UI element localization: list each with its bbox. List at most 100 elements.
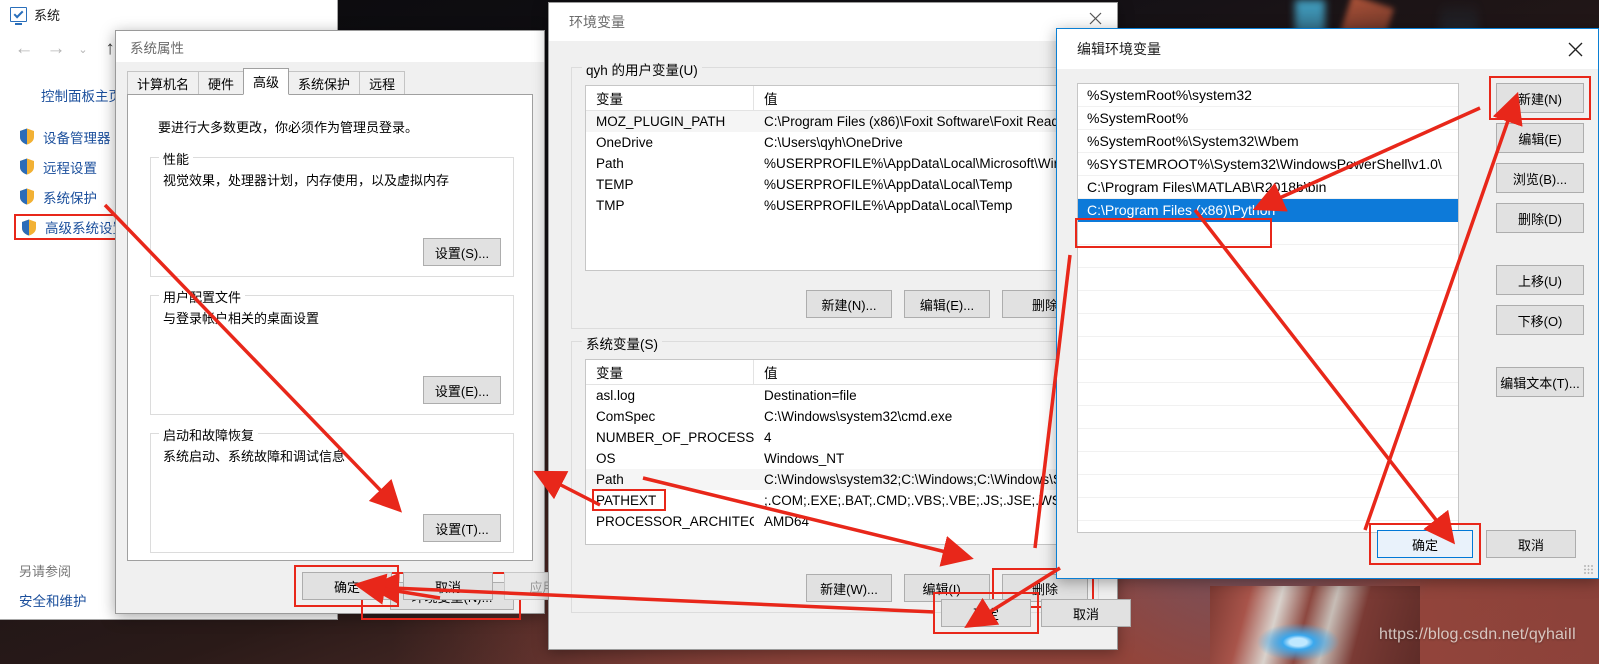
list-item[interactable]: %SystemRoot%\System32\Wbem bbox=[1078, 130, 1458, 153]
delete-button[interactable]: 删除(D) bbox=[1496, 203, 1584, 233]
tab-computer-name[interactable]: 计算机名 bbox=[127, 71, 200, 95]
column-header-value: 值 bbox=[764, 366, 778, 381]
column-header-variable: 变量 bbox=[586, 360, 754, 384]
table-row[interactable]: PATHEXT ;.COM;.EXE;.BAT;.CMD;.VBS;.VBE;.… bbox=[586, 490, 1087, 511]
list-item[interactable]: %SYSTEMROOT%\System32\WindowsPowerShell\… bbox=[1078, 153, 1458, 176]
wallpaper-ironman-helmet bbox=[1210, 586, 1420, 664]
list-item[interactable]: %SystemRoot%\system32 bbox=[1078, 84, 1458, 107]
environment-variables-body: qyh 的用户变量(U) 变量 值 MOZ_PLUGIN_PATH C:\Pro… bbox=[549, 41, 1131, 649]
system-properties-ok-button[interactable]: 确定 bbox=[302, 572, 392, 600]
startup-recovery-settings-button[interactable]: 设置(T)... bbox=[423, 514, 501, 542]
table-row[interactable]: OS Windows_NT bbox=[586, 448, 1087, 469]
sidebar-item-control-panel-home[interactable]: 控制面板主页 bbox=[41, 85, 122, 105]
list-item-empty[interactable] bbox=[1078, 452, 1458, 475]
list-item[interactable]: C:\Program Files\MATLAB\R2018b\bin bbox=[1078, 176, 1458, 199]
list-item-empty[interactable] bbox=[1078, 222, 1458, 245]
cell-variable: PROCESSOR_ARCHITECT... bbox=[596, 514, 754, 529]
tab-system-protection[interactable]: 系统保护 bbox=[288, 71, 361, 95]
tab-remote[interactable]: 远程 bbox=[359, 71, 406, 95]
sidebar-item-advanced-system-settings[interactable]: 高级系统设置 bbox=[14, 214, 131, 240]
edit-env-cancel-button[interactable]: 取消 bbox=[1486, 530, 1576, 558]
user-variables-groupbox: qyh 的用户变量(U) 变量 值 MOZ_PLUGIN_PATH C:\Pro… bbox=[571, 59, 1099, 329]
list-item-empty[interactable] bbox=[1078, 429, 1458, 452]
table-row[interactable]: Path %USERPROFILE%\AppData\Local\Microso… bbox=[586, 153, 1087, 174]
table-row[interactable]: PROCESSOR_ARCHITECT... AMD64 bbox=[586, 511, 1087, 532]
user-variables-header: 变量 值 bbox=[586, 86, 1087, 111]
cell-value: C:\Windows\system32\cmd.exe bbox=[764, 409, 953, 424]
edit-env-ok-button[interactable]: 确定 bbox=[1377, 530, 1473, 558]
user-edit-button[interactable]: 编辑(E)... bbox=[904, 290, 990, 318]
table-row[interactable]: NUMBER_OF_PROCESSORS 4 bbox=[586, 427, 1087, 448]
edit-button[interactable]: 编辑(E) bbox=[1496, 123, 1584, 153]
user-profiles-settings-button[interactable]: 设置(E)... bbox=[423, 376, 501, 404]
chevron-down-icon[interactable]: ⌄ bbox=[73, 34, 93, 64]
cell-value: AMD64 bbox=[764, 514, 810, 529]
see-also-title: 另请参阅 bbox=[19, 564, 72, 579]
user-profiles-description: 与登录帐户相关的桌面设置 bbox=[163, 311, 320, 326]
table-row[interactable]: OneDrive C:\Users\qyh\OneDrive bbox=[586, 132, 1087, 153]
close-icon[interactable] bbox=[1552, 29, 1598, 69]
cell-variable: asl.log bbox=[596, 388, 636, 403]
list-item-empty[interactable] bbox=[1078, 360, 1458, 383]
list-item-selected-python[interactable]: C:\Program Files (x86)\Python bbox=[1078, 199, 1458, 222]
environment-variables-footer: 确定 取消 bbox=[549, 587, 1131, 649]
system-variables-groupbox: 系统变量(S) 变量 值 asl.log Destination=file Co… bbox=[571, 333, 1099, 613]
environment-variables-titlebar: 环境变量 bbox=[549, 3, 1117, 41]
move-down-button[interactable]: 下移(O) bbox=[1496, 305, 1584, 335]
back-icon[interactable]: ← bbox=[9, 34, 39, 64]
monitor-icon bbox=[10, 6, 27, 25]
new-button[interactable]: 新建(N) bbox=[1496, 83, 1584, 113]
forward-icon[interactable]: → bbox=[41, 34, 71, 64]
system-properties-footer: 确定 取消 应用(A bbox=[116, 561, 594, 613]
cell-variable: OS bbox=[596, 451, 616, 466]
list-item-empty[interactable] bbox=[1078, 337, 1458, 360]
move-up-button[interactable]: 上移(U) bbox=[1496, 265, 1584, 295]
user-new-button[interactable]: 新建(N)... bbox=[806, 290, 892, 318]
environment-variables-title: 环境变量 bbox=[569, 14, 625, 30]
user-variables-group-title: qyh 的用户变量(U) bbox=[582, 59, 702, 79]
list-item-empty[interactable] bbox=[1078, 245, 1458, 268]
environment-variables-ok-button[interactable]: 确定 bbox=[941, 599, 1031, 627]
system-properties-cancel-button[interactable]: 取消 bbox=[403, 572, 493, 600]
system-properties-titlebar: 系统属性 bbox=[116, 31, 544, 62]
edit-env-titlebar: 编辑环境变量 bbox=[1057, 29, 1598, 69]
edit-text-button[interactable]: 编辑文本(T)... bbox=[1496, 367, 1584, 397]
list-item-empty[interactable] bbox=[1078, 268, 1458, 291]
list-item-empty[interactable] bbox=[1078, 383, 1458, 406]
cell-value: 4 bbox=[764, 430, 772, 445]
table-row[interactable]: TEMP %USERPROFILE%\AppData\Local\Temp bbox=[586, 174, 1087, 195]
shield-icon bbox=[19, 188, 35, 205]
startup-recovery-description: 系统启动、系统故障和调试信息 bbox=[163, 449, 346, 464]
tab-hardware[interactable]: 硬件 bbox=[198, 71, 245, 95]
list-item-empty[interactable] bbox=[1078, 475, 1458, 498]
list-item-empty[interactable] bbox=[1078, 406, 1458, 429]
browse-button[interactable]: 浏览(B)... bbox=[1496, 163, 1584, 193]
table-row[interactable]: MOZ_PLUGIN_PATH C:\Program Files (x86)\F… bbox=[586, 111, 1087, 132]
performance-settings-button[interactable]: 设置(S)... bbox=[423, 238, 501, 266]
cell-value: ;.COM;.EXE;.BAT;.CMD;.VBS;.VBE;.JS;.JSE;… bbox=[764, 493, 1087, 508]
cell-variable: ComSpec bbox=[596, 409, 656, 424]
table-row[interactable]: ComSpec C:\Windows\system32\cmd.exe bbox=[586, 406, 1087, 427]
cell-variable: NUMBER_OF_PROCESSORS bbox=[596, 430, 754, 445]
performance-group-title: 性能 bbox=[159, 149, 194, 168]
user-variables-list[interactable]: 变量 值 MOZ_PLUGIN_PATH C:\Program Files (x… bbox=[585, 85, 1088, 271]
system-variables-group-title: 系统变量(S) bbox=[582, 333, 662, 353]
see-also-link-security-maintenance[interactable]: 安全和维护 bbox=[19, 590, 87, 610]
table-row-path[interactable]: Path C:\Windows\system32;C:\Windows;C:\W… bbox=[586, 469, 1087, 490]
system-properties-tabstrip: 计算机名 硬件 高级 系统保护 远程 bbox=[127, 68, 406, 95]
table-row[interactable]: TMP %USERPROFILE%\AppData\Local\Temp bbox=[586, 195, 1087, 216]
list-item-empty[interactable] bbox=[1078, 314, 1458, 337]
cell-value: Destination=file bbox=[764, 388, 857, 403]
list-item[interactable]: %SystemRoot% bbox=[1078, 107, 1458, 130]
path-entries-list[interactable]: %SystemRoot%\system32 %SystemRoot% %Syst… bbox=[1077, 83, 1459, 533]
button-spacer bbox=[1496, 243, 1584, 265]
system-variables-list[interactable]: 变量 值 asl.log Destination=file ComSpec C:… bbox=[585, 359, 1088, 545]
cell-variable: PATHEXT bbox=[596, 493, 657, 508]
resize-grip[interactable] bbox=[1584, 565, 1594, 575]
list-item-empty[interactable] bbox=[1078, 291, 1458, 314]
user-profiles-groupbox: 用户配置文件 与登录帐户相关的桌面设置 设置(E)... bbox=[150, 287, 514, 415]
environment-variables-cancel-button[interactable]: 取消 bbox=[1041, 599, 1131, 627]
admin-notice-text: 要进行大多数更改，你必须作为管理员登录。 bbox=[158, 120, 419, 135]
tab-advanced[interactable]: 高级 bbox=[243, 68, 290, 95]
table-row[interactable]: asl.log Destination=file bbox=[586, 385, 1087, 406]
